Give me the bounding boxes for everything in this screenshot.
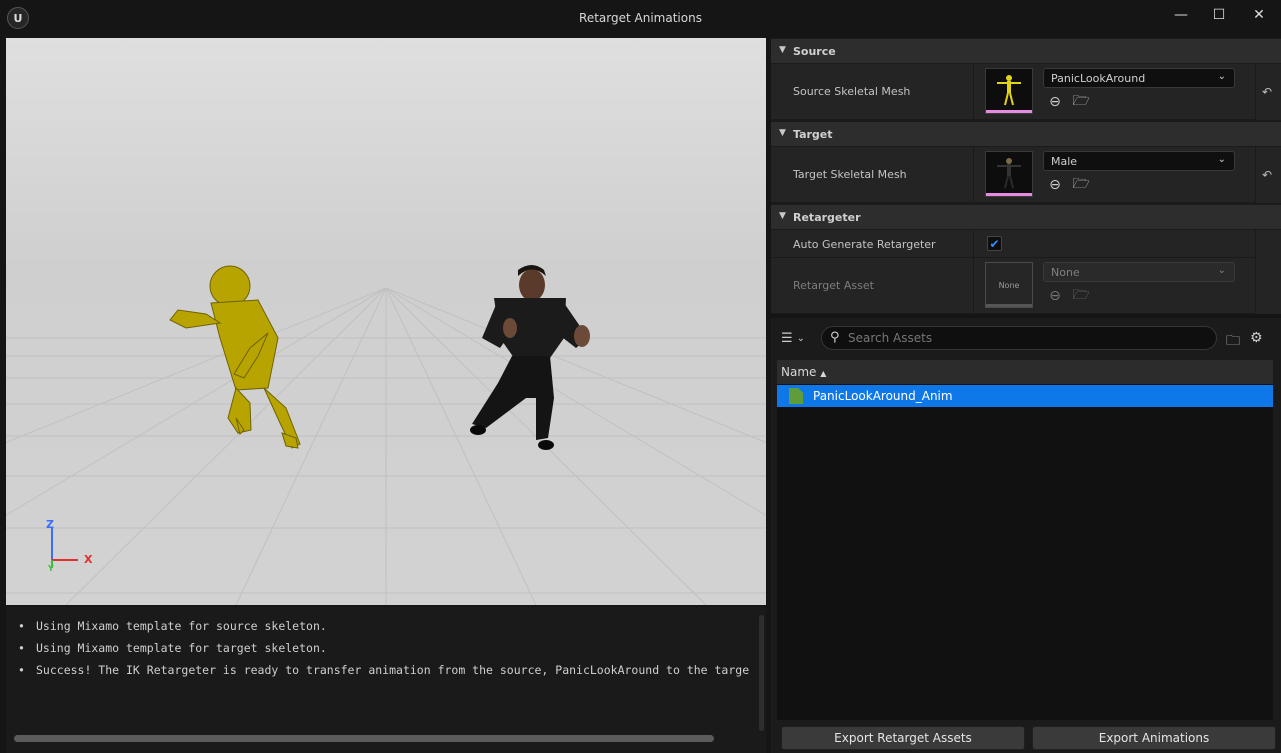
list-item[interactable]: PanicLookAround_Anim bbox=[777, 385, 1273, 407]
export-animations-button[interactable]: Export Animations bbox=[1032, 726, 1276, 750]
column-header-label: Name ▲ bbox=[781, 365, 827, 379]
filter-icon: ☰ bbox=[781, 330, 793, 346]
column-divider[interactable] bbox=[973, 258, 974, 313]
column-divider[interactable] bbox=[973, 64, 974, 119]
target-skeletal-mesh-row: Target Skeletal Mesh Male ⌄ ⊖ 🗁 bbox=[771, 147, 1255, 203]
retarget-asset-dropdown: None ⌄ bbox=[1043, 262, 1235, 282]
close-button[interactable]: ✕ bbox=[1241, 4, 1277, 26]
log-bullet: • bbox=[18, 663, 25, 677]
reset-to-default-icon[interactable]: ↶ bbox=[1262, 85, 1272, 99]
animation-asset-icon bbox=[789, 388, 803, 404]
axis-x-label: X bbox=[84, 553, 93, 566]
category-title: Target bbox=[793, 128, 833, 141]
category-target[interactable]: ▼ Target bbox=[771, 122, 1281, 146]
category-source[interactable]: ▼ Source bbox=[771, 39, 1281, 63]
use-selected-asset-icon[interactable]: ⊖ bbox=[1047, 94, 1063, 110]
export-retarget-assets-button[interactable]: Export Retarget Assets bbox=[781, 726, 1025, 750]
log-text: Using Mixamo template for target skeleto… bbox=[36, 641, 327, 655]
window-title: Retarget Animations bbox=[579, 11, 702, 25]
collapse-arrow-icon: ▼ bbox=[779, 45, 786, 55]
auto-generate-retargeter-row: Auto Generate Retargeter ✔ bbox=[771, 230, 1255, 258]
thumbnail-type-bar bbox=[986, 304, 1032, 307]
dropdown-value: Male bbox=[1051, 155, 1078, 168]
browse-asset-icon[interactable]: 🗁 bbox=[1072, 93, 1089, 110]
collapse-arrow-icon: ▼ bbox=[779, 128, 786, 138]
target-mesh-thumbnail[interactable] bbox=[985, 151, 1033, 197]
reset-to-default-icon[interactable]: ↶ bbox=[1262, 168, 1272, 182]
reset-column bbox=[1255, 230, 1281, 258]
log-line: • Success! The IK Retargeter is ready to … bbox=[18, 663, 749, 677]
thumbnail-type-bar bbox=[986, 110, 1032, 113]
gear-icon[interactable]: ⚙ bbox=[1250, 330, 1263, 346]
collapse-arrow-icon: ▼ bbox=[779, 211, 786, 221]
log-text: Success! The IK Retargeter is ready to t… bbox=[36, 663, 750, 677]
retarget-asset-row: Retarget Asset None None ⌄ ⊖ 🗁 bbox=[771, 258, 1255, 314]
chevron-down-icon: ⌄ bbox=[1217, 71, 1226, 82]
title-bar: U Retarget Animations — ☐ ✕ bbox=[0, 0, 1281, 36]
log-line: • Using Mixamo template for source skelet… bbox=[18, 619, 327, 633]
log-bullet: • bbox=[18, 619, 25, 633]
dropdown-value: PanicLookAround bbox=[1051, 72, 1146, 85]
search-box: ⚲ bbox=[821, 326, 1217, 350]
property-label: Source Skeletal Mesh bbox=[793, 85, 911, 98]
column-divider[interactable] bbox=[973, 147, 974, 202]
output-log: • Using Mixamo template for source skelet… bbox=[6, 607, 766, 753]
axis-gizmo: Z X Y bbox=[44, 518, 94, 578]
column-divider[interactable] bbox=[973, 230, 974, 257]
folder-view-icon[interactable]: 🗀 bbox=[1226, 330, 1240, 354]
chevron-down-icon: ⌄ bbox=[796, 332, 806, 344]
preview-viewport[interactable]: Z X Y bbox=[6, 38, 766, 605]
property-label: Retarget Asset bbox=[793, 279, 874, 292]
reset-column bbox=[1255, 258, 1281, 314]
target-mesh-dropdown[interactable]: Male ⌄ bbox=[1043, 151, 1235, 171]
category-retargeter[interactable]: ▼ Retargeter bbox=[771, 205, 1281, 229]
target-character bbox=[470, 265, 590, 450]
source-mannequin bbox=[169, 265, 301, 449]
log-bullet: • bbox=[18, 641, 25, 655]
asset-browser: ☰ ⌄ ⚲ 🗀 ⚙ Name ▲ PanicLookAround_Anim Ex… bbox=[771, 318, 1281, 753]
floor-grid bbox=[6, 265, 766, 605]
auto-generate-checkbox[interactable]: ✔ bbox=[987, 236, 1002, 251]
search-icon: ⚲ bbox=[830, 330, 840, 345]
dropdown-value: None bbox=[1051, 266, 1080, 279]
retarget-asset-thumbnail: None bbox=[985, 262, 1033, 308]
use-selected-asset-icon: ⊖ bbox=[1049, 288, 1061, 304]
property-label: Auto Generate Retargeter bbox=[793, 238, 936, 251]
maximize-button[interactable]: ☐ bbox=[1201, 4, 1237, 26]
source-mesh-dropdown[interactable]: PanicLookAround ⌄ bbox=[1043, 68, 1235, 88]
browse-asset-icon[interactable]: 🗁 bbox=[1072, 176, 1089, 193]
log-line: • Using Mixamo template for target skelet… bbox=[18, 641, 327, 655]
source-skeletal-mesh-row: Source Skeletal Mesh PanicLookAround ⌄ ⊖… bbox=[771, 64, 1255, 120]
thumbnail-type-bar bbox=[986, 193, 1032, 196]
chevron-down-icon: ⌄ bbox=[1217, 265, 1226, 276]
minimize-button[interactable]: — bbox=[1163, 4, 1199, 26]
axis-y-label: Y bbox=[48, 564, 54, 573]
source-mesh-thumbnail[interactable] bbox=[985, 68, 1033, 114]
property-label: Target Skeletal Mesh bbox=[793, 168, 907, 181]
chevron-down-icon: ⌄ bbox=[1217, 154, 1226, 165]
sort-ascending-icon: ▲ bbox=[820, 369, 827, 378]
column-header-name[interactable]: Name ▲ bbox=[777, 360, 1273, 384]
list-item-label: PanicLookAround_Anim bbox=[813, 389, 953, 403]
log-vertical-scrollbar[interactable] bbox=[759, 615, 764, 731]
search-input[interactable] bbox=[848, 330, 1208, 346]
use-selected-asset-icon[interactable]: ⊖ bbox=[1047, 177, 1063, 193]
thumbnail-none-text: None bbox=[998, 280, 1020, 290]
category-title: Retargeter bbox=[793, 211, 861, 224]
filter-button[interactable]: ☰ ⌄ bbox=[781, 328, 817, 348]
reset-column: ↶ bbox=[1255, 147, 1281, 203]
browse-asset-icon: 🗁 bbox=[1072, 287, 1090, 303]
axis-z-label: Z bbox=[46, 518, 54, 531]
asset-list: Name ▲ PanicLookAround_Anim bbox=[777, 360, 1273, 720]
log-horizontal-scrollbar[interactable] bbox=[14, 735, 714, 742]
details-panel: ▼ Source Source Skeletal Mesh PanicLookA… bbox=[771, 38, 1281, 314]
category-title: Source bbox=[793, 45, 836, 58]
reset-column: ↶ bbox=[1255, 64, 1281, 120]
log-text: Using Mixamo template for source skeleto… bbox=[36, 619, 327, 633]
